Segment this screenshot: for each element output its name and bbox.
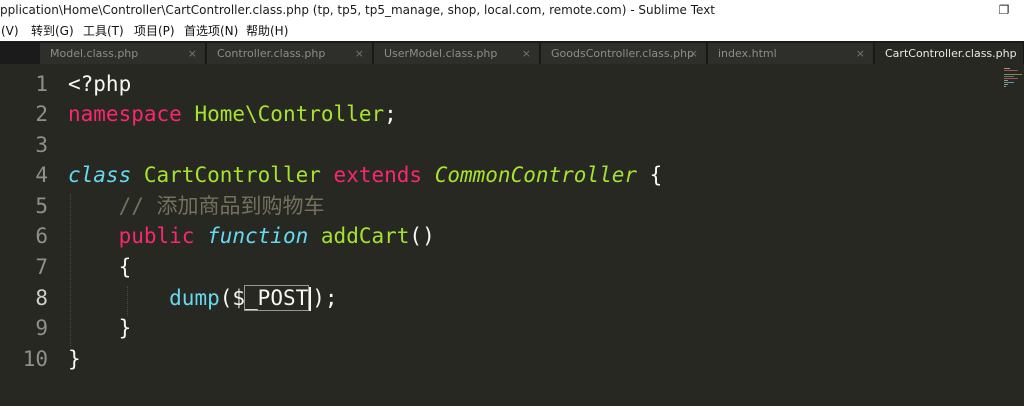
menu-bar: (V) 转到(G) 工具(T) 项目(P) 首选项(N) 帮助(H)	[0, 21, 1024, 41]
close-icon[interactable]: ×	[188, 43, 197, 64]
code-line-6: public function addCart()	[68, 221, 435, 251]
line-number: 5	[35, 194, 48, 218]
parens: ()	[409, 224, 435, 248]
function-keyword: function	[207, 224, 309, 248]
menu-goto[interactable]: 转到(G)	[30, 21, 75, 41]
php-open-tag: <?php	[68, 72, 132, 96]
code-line-5: // 添加商品到购物车	[68, 191, 325, 221]
close-brace: }	[68, 347, 81, 371]
tab-index-html[interactable]: index.html ×	[708, 43, 874, 64]
class-name: CartController	[143, 163, 321, 187]
tab-label: UserModel.class.php	[384, 47, 498, 60]
code-comment: // 添加商品到购物车	[118, 194, 325, 218]
code-line-2: namespace Home\Controller;	[68, 99, 397, 129]
line-number: 4	[35, 163, 48, 187]
minimap-line	[1004, 76, 1014, 77]
code-line-8: dump($_POST);	[68, 283, 338, 313]
line-number: 2	[35, 102, 48, 126]
tab-bar: Model.class.php × Controller.class.php ×…	[0, 41, 1024, 64]
minimap-line	[1004, 70, 1018, 71]
line-number: 7	[35, 255, 48, 279]
close-icon[interactable]: ×	[689, 43, 698, 64]
open-brace: {	[649, 163, 663, 187]
code-line-1: <?php	[68, 69, 131, 99]
minimap-line	[1004, 74, 1022, 75]
close-paren-semi: );	[312, 286, 338, 310]
window-title: pplication\Home\Controller\CartControlle…	[0, 3, 716, 17]
close-brace: }	[118, 316, 132, 340]
tab-model-class[interactable]: Model.class.php ×	[40, 43, 206, 64]
semicolon: ;	[384, 102, 397, 126]
close-icon[interactable]: ×	[522, 43, 531, 64]
extends-keyword: extends	[333, 163, 423, 187]
tab-label: index.html	[718, 47, 777, 60]
tab-usermodel-class[interactable]: UserModel.class.php ×	[374, 43, 540, 64]
namespace-keyword: namespace	[68, 102, 182, 126]
minimap-line	[1004, 84, 1008, 85]
title-bar: pplication\Home\Controller\CartControlle…	[0, 0, 1024, 21]
post-variable: _POST	[244, 285, 310, 311]
code-line-9: }	[68, 313, 132, 343]
text-cursor	[309, 287, 312, 311]
tab-label: Model.class.php	[50, 47, 139, 60]
code-line-4: class CartController extends CommonContr…	[68, 160, 662, 190]
tab-label: Controller.class.php	[217, 47, 326, 60]
code-line-7: {	[68, 252, 132, 282]
open-paren-dollar: ($	[219, 286, 246, 310]
class-keyword: class	[68, 163, 132, 187]
line-number-current: 8	[35, 286, 48, 310]
menu-tools[interactable]: 工具(T)	[82, 21, 125, 41]
parent-class-name: CommonController	[434, 163, 638, 187]
minimap-line	[1004, 86, 1006, 87]
dump-call: dump	[169, 286, 220, 310]
menu-preferences[interactable]: 首选项(N)	[183, 21, 239, 41]
minimap[interactable]	[1004, 68, 1024, 98]
line-number: 6	[35, 224, 48, 248]
tab-controller-class[interactable]: Controller.class.php ×	[207, 43, 373, 64]
tab-label: GoodsController.class.php	[551, 47, 695, 60]
menu-help[interactable]: 帮助(H)	[245, 21, 289, 41]
open-brace: {	[118, 255, 132, 279]
close-icon[interactable]: ×	[856, 43, 865, 64]
minimap-line	[1004, 80, 1008, 81]
line-number: 10	[22, 347, 48, 371]
menu-project[interactable]: 项目(P)	[133, 21, 176, 41]
code-line-10: }	[68, 344, 81, 374]
line-number: 9	[35, 316, 48, 340]
namespace-name: Home\Controller	[194, 102, 385, 126]
minimap-line	[1004, 68, 1010, 69]
minimap-line	[1004, 82, 1014, 83]
tab-cartcontroller-class[interactable]: CartController.class.php	[875, 43, 1024, 64]
tab-goodscontroller-class[interactable]: GoodsController.class.php ×	[541, 43, 707, 64]
line-number: 1	[35, 72, 48, 96]
restore-icon[interactable]: ❐	[996, 2, 1012, 18]
line-number: 3	[35, 133, 48, 157]
tab-label: CartController.class.php	[885, 47, 1017, 60]
minimap-line	[1004, 78, 1018, 79]
public-keyword: public	[118, 224, 195, 248]
menu-view[interactable]: (V)	[0, 21, 20, 41]
line-gutter: 1 2 3 4 5 6 7 8 9 10	[0, 64, 60, 406]
code-editor[interactable]: 1 2 3 4 5 6 7 8 9 10 <?php namespace Hom…	[0, 64, 1024, 406]
close-icon[interactable]: ×	[355, 43, 364, 64]
function-name: addCart	[320, 224, 410, 248]
